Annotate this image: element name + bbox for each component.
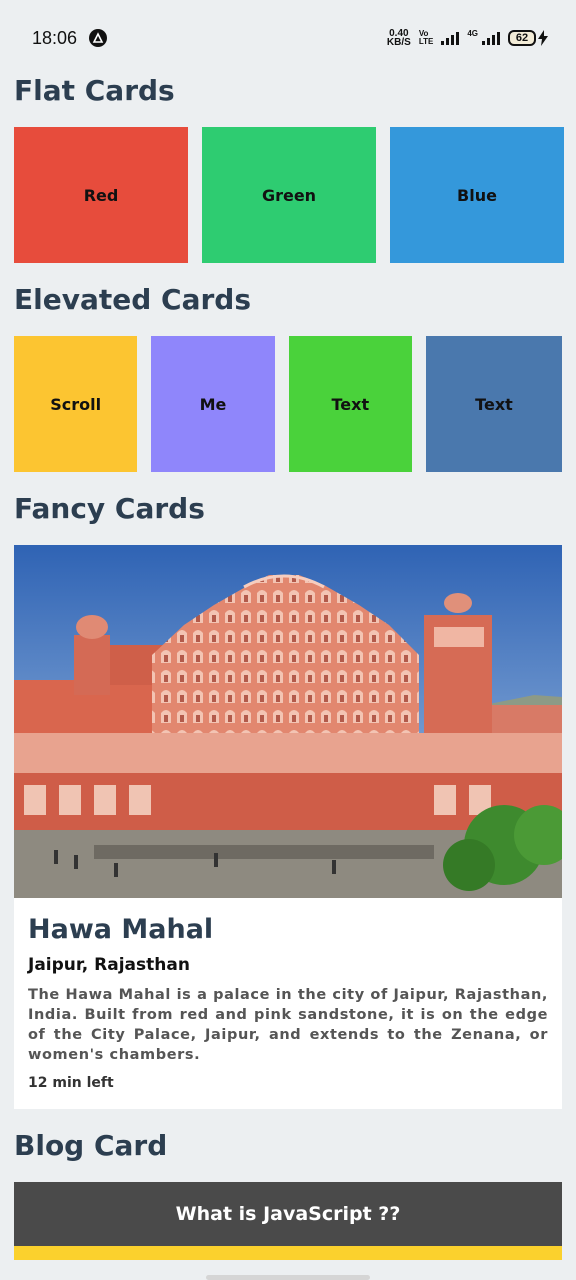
blog-card-title: What is JavaScript ??: [175, 1203, 401, 1225]
card-label: Green: [261, 185, 317, 205]
section-title-blog: Blog Card: [14, 1129, 168, 1162]
elevated-card-text-2[interactable]: Text: [425, 336, 562, 472]
volte-bottom: LTE: [418, 37, 434, 46]
fancy-card-footer: 12 min left: [28, 1075, 114, 1091]
hawa-mahal-image: [14, 545, 562, 898]
elevated-cards-scroll[interactable]: Scroll Me Text Text: [14, 336, 576, 472]
charging-icon: [538, 30, 548, 46]
card-label: Red: [83, 185, 119, 205]
flat-card-blue[interactable]: Blue: [390, 127, 564, 263]
flat-cards-row: Red Green Blue: [14, 127, 564, 263]
fancy-card[interactable]: Hawa Mahal Jaipur, Rajasthan The Hawa Ma…: [14, 545, 562, 1109]
fancy-card-body: Hawa Mahal Jaipur, Rajasthan The Hawa Ma…: [14, 898, 562, 1091]
flat-card-red[interactable]: Red: [14, 127, 188, 263]
flat-card-green[interactable]: Green: [202, 127, 376, 263]
app-notification-icon: [89, 29, 108, 47]
card-label: Text: [475, 394, 513, 414]
signal-icon-2: [482, 31, 500, 45]
fancy-card-title: Hawa Mahal: [28, 914, 214, 945]
card-label: Scroll: [50, 394, 102, 414]
battery-icon: 62: [508, 30, 548, 46]
section-title-fancy: Fancy Cards: [14, 492, 205, 525]
status-bar: 18:06 0.40 KB/S Vo LTE 4G 62: [0, 0, 576, 76]
network-speed: 0.40 KB/S: [386, 29, 411, 48]
blog-card[interactable]: What is JavaScript ??: [14, 1182, 562, 1260]
status-right: 0.40 KB/S Vo LTE 4G 62: [386, 29, 548, 48]
fancy-card-description: The Hawa Mahal is a palace in the city o…: [28, 987, 548, 1063]
status-left: 18:06: [32, 27, 108, 49]
volte-icon: Vo LTE: [419, 30, 434, 46]
elevated-card-scroll[interactable]: Scroll: [14, 336, 138, 472]
fancy-card-subtitle: Jaipur, Rajasthan: [28, 955, 190, 975]
home-indicator[interactable]: [206, 1275, 370, 1280]
card-label: Me: [199, 394, 227, 414]
card-label: Text: [331, 394, 370, 414]
battery-level: 62: [508, 30, 536, 46]
elevated-card-text[interactable]: Text: [288, 336, 412, 472]
status-time: 18:06: [32, 27, 78, 48]
network-speed-unit: KB/S: [386, 37, 411, 48]
section-title-flat: Flat Cards: [14, 74, 175, 107]
card-label: Blue: [457, 185, 497, 205]
section-title-elevated: Elevated Cards: [14, 283, 251, 316]
elevated-card-me[interactable]: Me: [151, 336, 275, 472]
signal-icon-1: [441, 31, 460, 45]
network-type: 4G: [467, 29, 478, 38]
